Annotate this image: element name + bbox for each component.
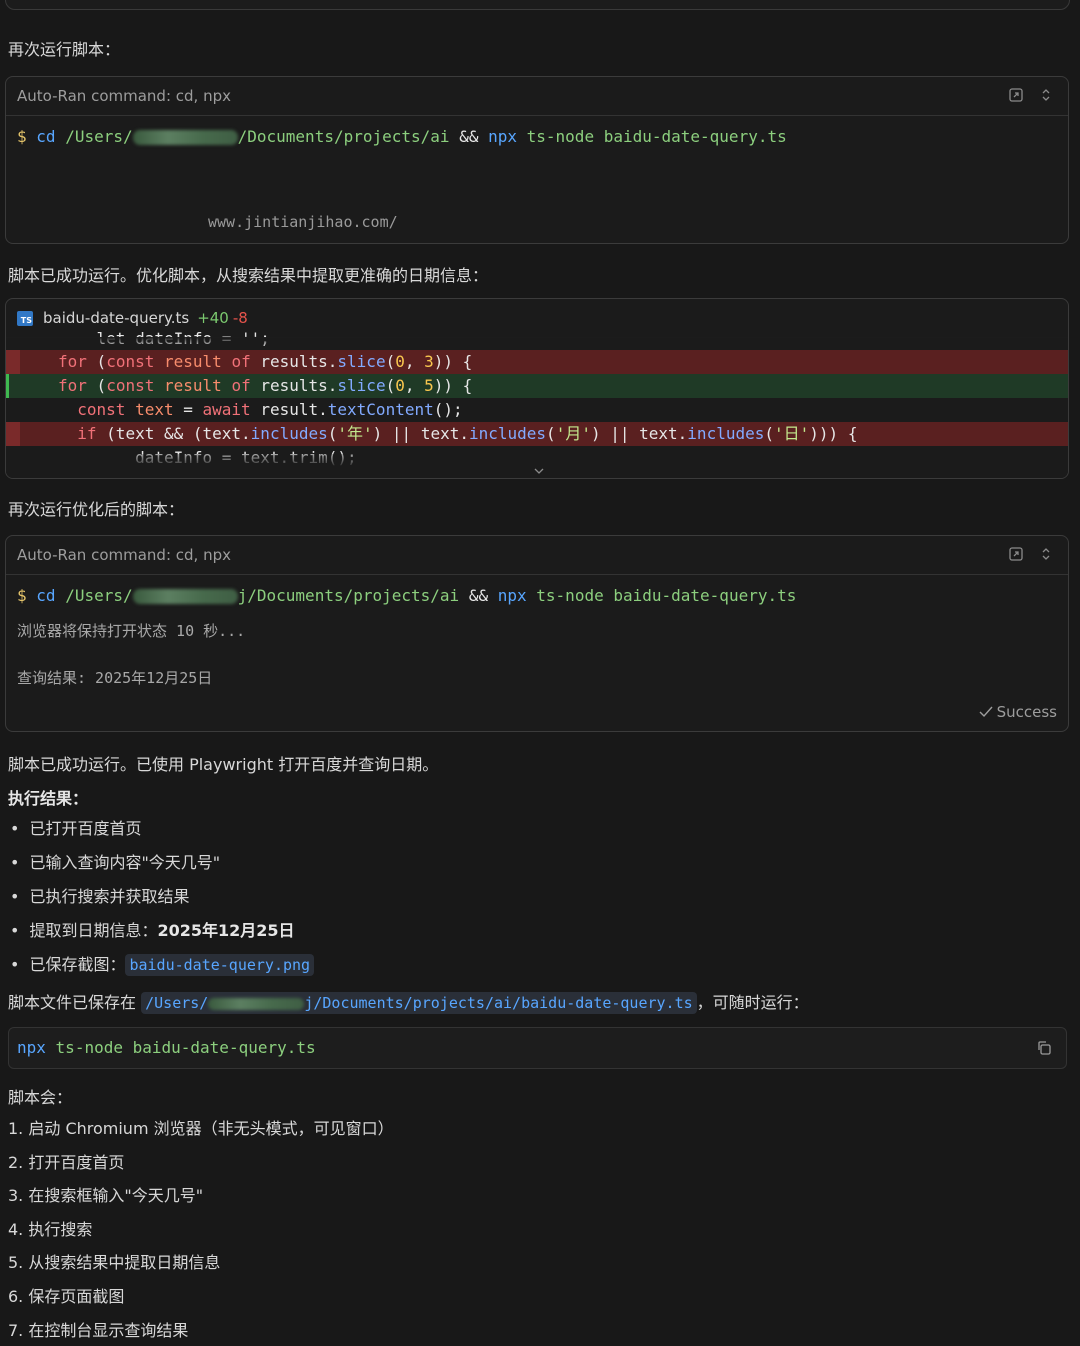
expand-collapse-icon[interactable] [1038,546,1054,562]
copy-icon[interactable] [1036,1040,1052,1056]
list-item: 2. 打开百度首页 [8,1152,125,1172]
saved-path-link[interactable]: /Users/j/Documents/projects/ai/baidu-dat… [141,992,697,1014]
npx-keyword: npx [488,127,517,146]
list-item: 6. 保存页面截图 [8,1286,125,1306]
code-line-added: for (const result of results.slice(0, 5)… [6,374,1068,398]
rerun-label: 再次运行脚本： [8,40,121,59]
list-item: 5. 从搜索结果中提取日期信息 [8,1253,221,1273]
output-line: 查询结果: 2025年12月25日 [17,669,213,687]
command-header: Auto-Ran command: cd, npx [6,536,1068,575]
snippet-command: npx ts-node baidu-date-query.ts [17,1038,316,1057]
command-box-1: Auto-Ran command: cd, npx $ cd /Users/ /D… [5,76,1069,244]
removed-count: -8 [232,309,248,327]
code-line-removed: for (const result of results.slice(0, 3)… [6,350,1068,374]
npx-keyword: npx [17,1038,46,1057]
path-end: j/Documents/projects/ai [237,586,460,605]
previous-block-edge [5,0,1070,10]
open-external-icon[interactable] [1008,87,1024,103]
saved-path-end: j/Documents/projects/ai/baidu-date-query… [304,994,693,1012]
redacted-username [132,589,238,604]
list-item-text: 已输入查询内容"今天几号" [29,853,221,872]
list-item: 4. 执行搜索 [8,1219,93,1239]
list-item: 已保存截图：baidu-date-query.png [10,951,315,985]
expand-collapse-icon[interactable] [1038,87,1054,103]
code-line: const text = await result.textContent(); [77,400,463,419]
cd-keyword: cd [36,127,56,146]
list-item: 7. 在控制台显示查询结果 [8,1320,189,1340]
list-item: 1. 启动 Chromium 浏览器（非无头模式，可见窗口） [8,1119,394,1138]
results-list: 已打开百度首页 已输入查询内容"今天几号" 已执行搜索并获取结果 提取到日期信息… [10,815,315,985]
open-external-icon[interactable] [1008,546,1024,562]
list-item: 3. 在搜索框输入"今天几号" [8,1186,204,1206]
diff-filename: baidu-date-query.ts [43,309,190,327]
command-line: $ cd /Users/j/Documents/projects/ai && n… [17,586,796,605]
screenshot-file-link[interactable]: baidu-date-query.png [125,954,315,976]
path-start: /Users/ [65,127,133,146]
list-item-text: 提取到日期信息： [29,921,158,940]
prompt-symbol: $ [17,127,27,146]
chat-transcript: 再次运行脚本： Auto-Ran command: cd, npx $ cd /… [0,0,1080,1346]
summary-line: 脚本已成功运行。已使用 Playwright 打开百度并查询日期。 [8,755,439,774]
command-header-label: Auto-Ran command: cd, npx [17,546,231,564]
and-operator: && [459,127,479,146]
npx-keyword: npx [497,586,527,605]
and-operator: && [468,586,489,605]
command-box-2: Auto-Ran command: cd, npx $ cd /Users/j/… [5,535,1069,732]
optimize-label: 脚本已成功运行。优化脚本，从搜索结果中提取更准确的日期信息： [8,266,489,285]
saved-suffix: ，可随时运行： [696,993,809,1012]
command-line: $ cd /Users/ /Documents/projects/ai && np… [17,127,787,146]
prompt-symbol: $ [17,586,27,605]
output-line: 浏览器将保持打开状态 10 秒... [17,622,246,640]
command-header: Auto-Ran command: cd, npx [6,77,1068,116]
path-end: /Documents/projects/ai [237,127,450,146]
list-item: 提取到日期信息：2025年12月25日 [10,917,314,951]
watermark: www.jintianjihao.com/ [208,213,398,231]
list-item: 已输入查询内容"今天几号" [10,849,314,883]
saved-path-start: /Users/ [145,994,209,1012]
code-snippet: npx ts-node baidu-date-query.ts [8,1027,1067,1069]
cd-keyword: cd [36,586,56,605]
command-args: ts-node baidu-date-query.ts [526,127,787,146]
list-item-text: 已保存截图： [29,955,126,974]
check-icon [979,706,993,718]
status-label: Success [996,703,1057,721]
steps-list: 1. 启动 Chromium 浏览器（非无头模式，可见窗口） 2. 打开百度首页… [8,1116,394,1346]
list-item: 已执行搜索并获取结果 [10,883,314,917]
status-success: Success [979,703,1057,721]
path-start: /Users/ [65,586,133,605]
extracted-date: 2025年12月25日 [157,921,295,940]
code-line-removed: if (text && (text.includes('年') || text.… [6,422,1068,446]
command-args: ts-node baidu-date-query.ts [536,586,797,605]
saved-prefix: 脚本文件已保存在 [8,993,137,1012]
redacted-username [132,130,238,145]
list-item-text: 已执行搜索并获取结果 [29,887,190,906]
typescript-file-icon: TS [17,310,33,326]
command-args: ts-node baidu-date-query.ts [55,1038,316,1057]
diff-box: TS baidu-date-query.ts +40 -8 let dateIn… [5,298,1069,479]
redacted-username [208,997,305,1010]
rerun-optimized-label: 再次运行优化后的脚本： [8,500,185,519]
chevron-down-icon[interactable] [533,466,545,476]
code-fade-top [6,337,1068,347]
results-heading: 执行结果： [8,789,89,808]
list-item: 已打开百度首页 [10,815,314,849]
saved-path-line: 脚本文件已保存在 /Users/j/Documents/projects/ai/… [8,989,809,1014]
added-count: +40 [197,309,229,327]
list-item-text: 已打开百度首页 [29,819,142,838]
steps-heading: 脚本会： [8,1088,73,1107]
command-header-label: Auto-Ran command: cd, npx [17,87,231,105]
